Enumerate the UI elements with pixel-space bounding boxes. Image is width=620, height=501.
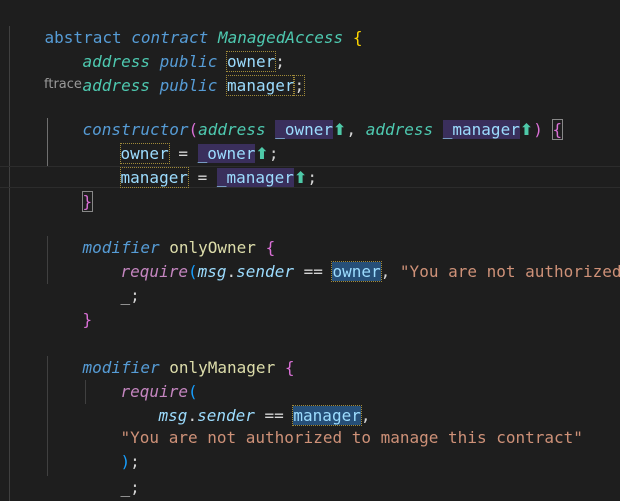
code-line-require-open[interactable]: require(	[82, 356, 198, 401]
string-literal: "You are not authorized to manage this c…	[120, 428, 583, 447]
placeholder-statement: _;	[120, 478, 140, 497]
placeholder-statement: _;	[120, 286, 140, 305]
codelens-ftrace[interactable]: ftrace	[44, 75, 82, 95]
prop-sender: sender	[236, 262, 294, 281]
arrow-up-icon: ⬆	[293, 168, 308, 187]
indent-guide	[9, 26, 10, 501]
code-line-modifier-close[interactable]: }	[44, 476, 92, 500]
code-line-contract-declaration[interactable]: abstract contract ManagedAccess {	[6, 2, 363, 47]
code-line-require-message[interactable]: "You are not authorized to manage this c…	[82, 402, 583, 447]
code-line-constructor-close[interactable]: }	[44, 166, 94, 212]
code-line-owner-declaration[interactable]: address public owner;	[44, 26, 285, 72]
type-address: address	[82, 76, 150, 95]
code-line-manager-declaration[interactable]: address public manager;	[44, 50, 306, 96]
code-line-require-condition[interactable]: msg.sender == manager,	[120, 380, 370, 426]
code-line-require-close[interactable]: );	[82, 426, 140, 471]
param-owner[interactable]: _owner	[275, 120, 334, 139]
keyword-public: public	[159, 76, 218, 95]
var-manager[interactable]: manager	[119, 167, 189, 188]
state-var-manager[interactable]: manager	[226, 75, 296, 96]
param-manager-ref[interactable]: _manager	[216, 168, 294, 187]
code-line-assign-owner[interactable]: owner = _owner⬆;	[82, 118, 278, 164]
var-msg: msg	[197, 262, 227, 281]
param-manager[interactable]: _manager	[442, 120, 520, 139]
code-line-placeholder[interactable]: _;	[82, 452, 140, 497]
arrow-up-icon: ⬆	[333, 120, 347, 139]
code-editor[interactable]: abstract contract ManagedAccess { addres…	[0, 0, 620, 501]
code-line-modifier-close[interactable]: }	[44, 284, 93, 329]
type-address: address	[365, 120, 434, 139]
code-line-modifier-onlyowner[interactable]: modifier onlyOwner {	[44, 212, 276, 257]
code-line-constructor[interactable]: constructor(address _owner⬆, address _ma…	[44, 94, 564, 140]
string-literal: "You are not authorized"	[399, 262, 620, 281]
code-line-placeholder[interactable]: _;	[82, 260, 140, 305]
code-line-assign-manager[interactable]: manager = _manager⬆;	[82, 142, 317, 188]
var-owner-highlighted[interactable]: owner	[331, 261, 382, 282]
matched-brace-open: {	[551, 119, 564, 140]
open-brace: {	[352, 28, 363, 47]
code-line-require-owner[interactable]: require(msg.sender == owner, "You are no…	[82, 236, 620, 282]
matched-brace-close: }	[81, 191, 94, 212]
code-line-modifier-onlymanager[interactable]: modifier onlyManager {	[44, 332, 295, 377]
arrow-up-icon: ⬆	[519, 120, 534, 139]
